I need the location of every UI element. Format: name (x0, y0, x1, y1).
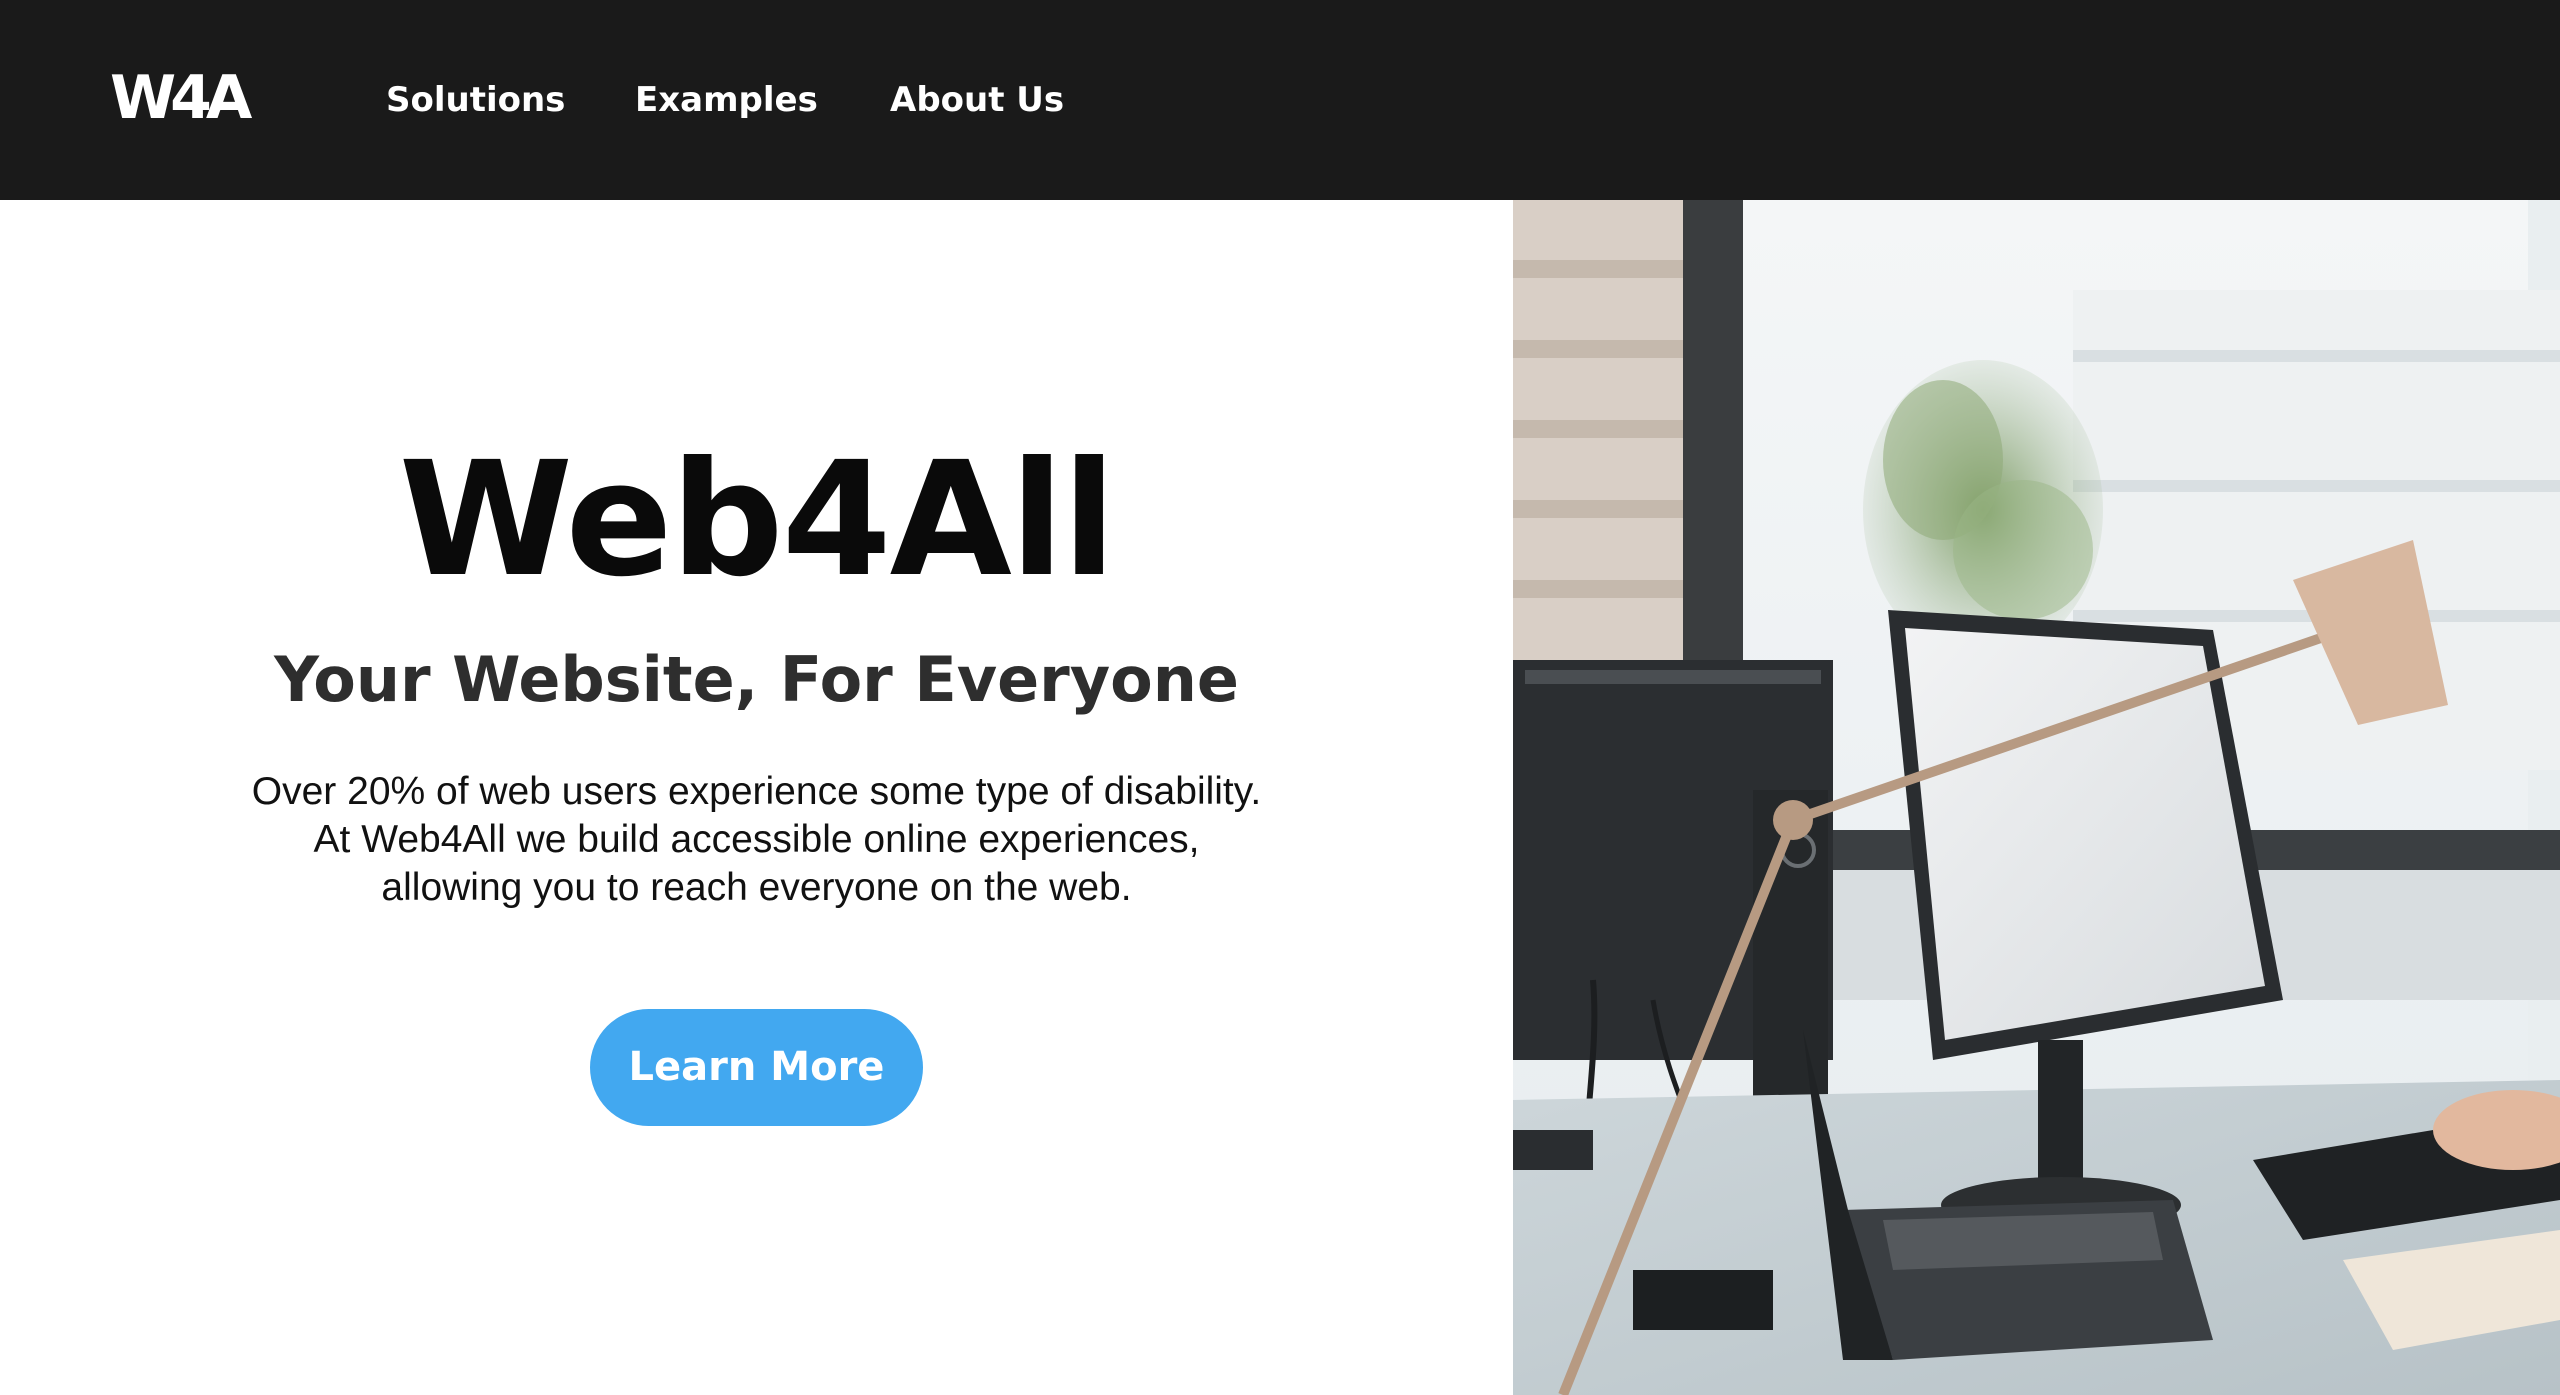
top-navbar: W4A Solutions Examples About Us (0, 0, 2560, 200)
hero-section: Web4All Your Website, For Everyone Over … (0, 200, 1513, 1395)
hero-subtitle: Your Website, For Everyone (274, 643, 1239, 716)
nav-link-examples[interactable]: Examples (635, 70, 818, 130)
hero-title: Web4All (398, 428, 1116, 612)
hero-description-line-2: At Web4All we build accessible online ex… (313, 818, 1200, 861)
hero-description: Over 20% of web users experience some ty… (0, 768, 1513, 912)
nav-link-solutions[interactable]: Solutions (386, 70, 565, 130)
hero-office-photo (1513, 200, 2560, 1395)
hero-description-line-1: Over 20% of web users experience some ty… (251, 770, 1262, 813)
w4a-logo[interactable]: W4A (110, 62, 252, 134)
learn-more-button[interactable]: Learn More (590, 1009, 923, 1126)
hero-description-line-3: allowing you to reach everyone on the we… (381, 866, 1132, 909)
nav-link-about-us[interactable]: About Us (890, 70, 1064, 130)
